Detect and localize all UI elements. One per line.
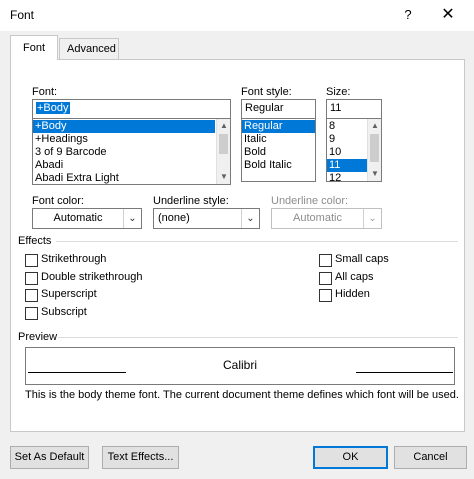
preview-description: This is the body theme font. The current… xyxy=(25,389,459,401)
font-style-input[interactable]: Regular xyxy=(241,99,316,119)
text-effects-label: Text Effects... xyxy=(107,451,174,463)
preview-title: Preview xyxy=(18,331,58,343)
small-caps-label[interactable]: Small caps xyxy=(335,253,389,265)
size-input-value: 11 xyxy=(330,102,342,114)
cancel-label: Cancel xyxy=(413,451,448,463)
font-list-item[interactable]: Abadi Extra Light xyxy=(33,172,215,184)
scroll-thumb[interactable] xyxy=(219,134,228,154)
scroll-down-icon[interactable]: ▼ xyxy=(217,170,230,184)
size-list-item[interactable]: 8 xyxy=(327,120,367,133)
font-style-list-item[interactable]: Bold xyxy=(242,146,315,159)
tab-font[interactable]: Font xyxy=(10,35,58,60)
double-strikethrough-checkbox[interactable] xyxy=(25,271,38,285)
font-list-item[interactable]: +Body xyxy=(33,120,215,133)
size-list-item[interactable]: 11 xyxy=(327,159,367,172)
set-as-default-label: Set As Default xyxy=(14,451,85,463)
font-style-list[interactable]: Regular Italic Bold Bold Italic xyxy=(241,118,316,182)
cancel-button[interactable]: Cancel xyxy=(394,446,467,469)
font-list-item[interactable]: Abadi xyxy=(33,159,215,172)
tab-advanced[interactable]: Advanced xyxy=(59,38,119,60)
size-list[interactable]: 8 9 10 11 12 ▲ ▼ xyxy=(326,118,382,182)
font-input[interactable]: +Body xyxy=(32,99,231,119)
underline-color-value: Automatic xyxy=(293,212,342,224)
hidden-label[interactable]: Hidden xyxy=(335,288,370,300)
hidden-checkbox[interactable] xyxy=(319,289,332,303)
preview-box: Calibri xyxy=(25,347,455,385)
preview-divider xyxy=(58,337,458,338)
size-list-item[interactable]: 10 xyxy=(327,146,367,159)
size-list-scrollbar[interactable]: ▲ ▼ xyxy=(367,119,381,181)
underline-color-select: Automatic ⌄ xyxy=(271,208,382,229)
help-button[interactable]: ? xyxy=(396,4,420,26)
size-input[interactable]: 11 xyxy=(326,99,382,119)
preview-baseline-right xyxy=(356,372,453,373)
font-style-list-item[interactable]: Regular xyxy=(242,120,315,133)
tab-font-label: Font xyxy=(22,42,45,54)
strikethrough-label[interactable]: Strikethrough xyxy=(41,253,106,265)
font-color-select[interactable]: Automatic ⌄ xyxy=(32,208,142,229)
small-caps-checkbox[interactable] xyxy=(319,254,332,267)
window-title: Font xyxy=(10,8,35,22)
font-style-list-item[interactable]: Bold Italic xyxy=(242,159,315,172)
size-list-item[interactable]: 9 xyxy=(327,133,367,146)
underline-style-label: Underline style: xyxy=(153,195,229,207)
ok-button[interactable]: OK xyxy=(313,446,388,469)
font-input-value: +Body xyxy=(36,102,70,114)
font-style-input-value: Regular xyxy=(245,102,284,114)
font-label: Font: xyxy=(32,86,58,98)
preview-baseline-left xyxy=(28,372,126,373)
font-style-list-item[interactable]: Italic xyxy=(242,133,315,146)
font-list-item[interactable]: +Headings xyxy=(33,133,215,146)
close-icon[interactable]: ✕ xyxy=(428,3,468,27)
font-color-value: Automatic xyxy=(53,212,103,224)
underline-style-value: (none) xyxy=(158,212,190,224)
scroll-up-icon[interactable]: ▲ xyxy=(217,119,230,133)
font-list-scrollbar[interactable]: ▲ ▼ xyxy=(216,119,230,184)
font-list-item[interactable]: 3 of 9 Barcode xyxy=(33,146,215,159)
strikethrough-checkbox[interactable] xyxy=(25,254,38,267)
underline-color-label: Underline color: xyxy=(271,195,349,207)
all-caps-label[interactable]: All caps xyxy=(335,271,374,283)
set-as-default-button[interactable]: Set As Default xyxy=(10,446,89,469)
effects-title: Effects xyxy=(18,235,52,247)
chevron-down-icon: ⌄ xyxy=(241,209,259,228)
font-color-label: Font color: xyxy=(32,195,84,207)
size-label: Size: xyxy=(326,86,351,98)
scroll-down-icon[interactable]: ▼ xyxy=(368,167,381,181)
text-effects-button[interactable]: Text Effects... xyxy=(102,446,179,469)
scroll-up-icon[interactable]: ▲ xyxy=(368,119,381,133)
font-list[interactable]: +Body +Headings 3 of 9 Barcode Abadi Abadi E… xyxy=(32,118,231,185)
preview-sample: Calibri xyxy=(222,358,257,372)
all-caps-checkbox[interactable] xyxy=(319,271,332,285)
chevron-down-icon: ⌄ xyxy=(363,209,381,228)
title-bar: Font ? ✕ xyxy=(0,0,474,31)
scroll-thumb[interactable] xyxy=(370,134,379,162)
superscript-label[interactable]: Superscript xyxy=(41,288,97,300)
underline-style-select[interactable]: (none) ⌄ xyxy=(153,208,260,229)
superscript-checkbox[interactable] xyxy=(25,289,38,303)
subscript-label[interactable]: Subscript xyxy=(41,306,87,318)
tab-advanced-label: Advanced xyxy=(67,43,116,55)
size-list-item[interactable]: 12 xyxy=(327,172,367,181)
font-style-label: Font style: xyxy=(241,86,292,98)
effects-divider xyxy=(56,241,458,242)
double-strikethrough-label[interactable]: Double strikethrough xyxy=(41,271,143,283)
chevron-down-icon: ⌄ xyxy=(123,209,141,228)
ok-label: OK xyxy=(342,451,359,463)
subscript-checkbox[interactable] xyxy=(25,307,38,321)
